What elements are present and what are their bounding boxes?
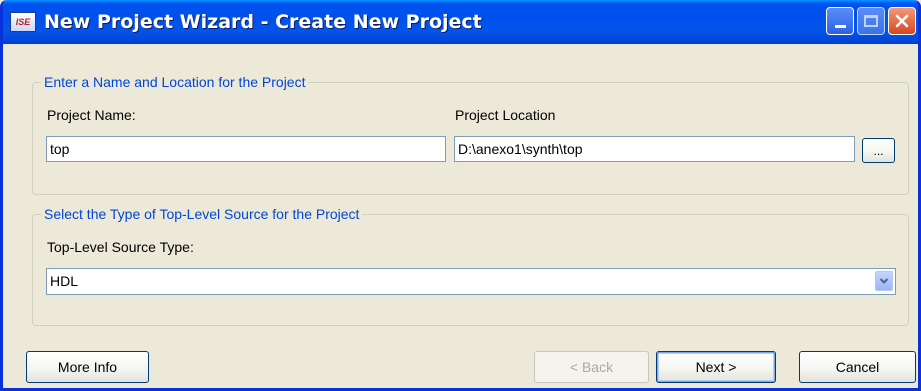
close-icon <box>895 14 909 28</box>
source-type-value: HDL <box>50 273 79 289</box>
back-button[interactable]: < Back <box>534 351 649 383</box>
maximize-button[interactable] <box>857 7 885 35</box>
project-location-label: Project Location <box>455 107 556 123</box>
source-type-select[interactable]: HDL <box>46 268 896 295</box>
wizard-window: ISE New Project Wizard - Create New Proj… <box>0 0 921 391</box>
next-button[interactable]: Next > <box>656 351 776 383</box>
title-bar[interactable]: ISE New Project Wizard - Create New Proj… <box>3 0 918 44</box>
minimize-button[interactable] <box>826 7 854 35</box>
window-title: New Project Wizard - Create New Project <box>44 11 482 33</box>
chevron-down-icon <box>879 278 889 284</box>
browse-location-button[interactable]: ... <box>862 138 895 163</box>
source-type-legend: Select the Type of Top-Level Source for … <box>41 206 363 222</box>
project-name-label: Project Name: <box>47 107 136 123</box>
project-location-input[interactable] <box>454 136 855 162</box>
close-button[interactable] <box>888 7 916 35</box>
project-name-input[interactable] <box>46 136 446 162</box>
maximize-icon <box>864 15 878 27</box>
more-info-button[interactable]: More Info <box>26 351 149 383</box>
name-location-legend: Enter a Name and Location for the Projec… <box>41 74 309 90</box>
minimize-icon <box>834 24 846 28</box>
cancel-button[interactable]: Cancel <box>799 351 916 383</box>
ise-app-icon: ISE <box>10 12 36 32</box>
dropdown-arrow-button[interactable] <box>875 271 893 291</box>
source-type-label: Top-Level Source Type: <box>47 239 194 255</box>
